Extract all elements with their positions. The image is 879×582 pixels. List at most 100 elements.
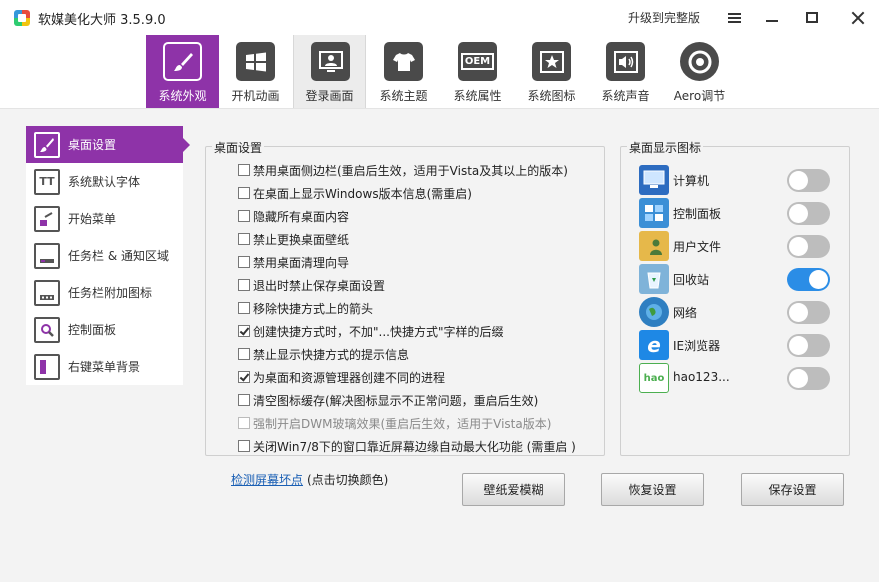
tab-boot-animation[interactable]: 开机动画 — [219, 35, 292, 108]
windows-logo-icon — [236, 42, 275, 81]
tab-label: 系统主题 — [379, 89, 428, 103]
close-button[interactable] — [836, 0, 879, 35]
toggle-user-files[interactable] — [787, 235, 830, 258]
toggle-computer[interactable] — [787, 169, 830, 192]
option-no-save-on-exit[interactable]: 退出时禁止保存桌面设置 — [238, 276, 385, 294]
brush-icon — [163, 42, 202, 81]
desktop-icon-row-network: 网络 — [637, 297, 837, 327]
toggle-hao123[interactable] — [787, 367, 830, 390]
desktop-icon-label: 控制面板 — [673, 207, 722, 221]
window-title: 软媒美化大师 3.5.9.0 — [38, 13, 166, 28]
option-separate-process[interactable]: 为桌面和资源管理器创建不同的进程 — [238, 368, 445, 386]
option-no-shortcut-suffix[interactable]: 创建快捷方式时，不加"...快捷方式"字样的后缀 — [238, 322, 503, 340]
checkbox[interactable] — [238, 279, 250, 291]
checkbox[interactable] — [238, 210, 250, 222]
upgrade-link[interactable]: 升级到完整版 — [628, 9, 700, 26]
checkbox[interactable] — [238, 348, 250, 360]
restore-settings-button[interactable]: 恢复设置 — [601, 473, 704, 506]
close-icon — [851, 11, 865, 25]
toggle-control-panel[interactable] — [787, 202, 830, 225]
ie-browser-icon: e — [639, 330, 669, 360]
option-force-dwm-glass: 强制开启DWM玻璃效果(重启后生效，适用于Vista版本) — [238, 414, 551, 432]
tab-label: 系统外观 — [158, 89, 207, 103]
start-menu-icon — [34, 205, 60, 232]
desktop-icon-label: 回收站 — [673, 273, 710, 287]
sidebar-item-label: 任务栏 & 通知区域 — [68, 249, 169, 263]
desktop-icon-label: IE浏览器 — [673, 339, 721, 353]
option-hide-desktop[interactable]: 隐藏所有桌面内容 — [238, 207, 349, 225]
checkbox[interactable] — [238, 325, 250, 337]
font-icon: TT — [34, 168, 60, 195]
sidebar-item-control-panel[interactable]: 控制面板 — [26, 311, 183, 348]
toggle-network[interactable] — [787, 301, 830, 324]
sidebar-item-default-font[interactable]: TT 系统默认字体 — [26, 163, 183, 200]
tab-system-icons[interactable]: 系统图标 — [515, 35, 588, 108]
detect-dead-pixels-link[interactable]: 检测屏幕坏点 — [231, 471, 303, 488]
control-panel-icon — [639, 198, 669, 228]
toggle-knob — [789, 369, 808, 388]
toggle-recycle-bin[interactable] — [787, 268, 830, 291]
hao123-icon: hao — [639, 363, 669, 393]
checkbox[interactable] — [238, 440, 250, 452]
main-tab-bar: 系统外观 开机动画 登录画面 系统主题 OEM 系统属性 系统图标 系统声音 A… — [0, 35, 879, 108]
desktop-settings-title: 桌面设置 — [212, 139, 265, 156]
checkbox[interactable] — [238, 256, 250, 268]
tab-system-appearance[interactable]: 系统外观 — [146, 35, 219, 108]
toggle-knob — [809, 270, 828, 289]
minimize-button[interactable] — [752, 0, 792, 35]
computer-icon — [639, 165, 669, 195]
app-logo-icon — [14, 10, 30, 26]
oem-icon: OEM — [458, 42, 497, 81]
desktop-icon-row-control-panel: 控制面板 — [637, 198, 837, 228]
sidebar-item-context-menu[interactable]: 右键菜单背景 — [26, 348, 183, 385]
option-clear-icon-cache[interactable]: 清空图标缓存(解决图标显示不正常问题，重启后生效) — [238, 391, 538, 409]
tab-system-properties[interactable]: OEM 系统属性 — [441, 35, 514, 108]
tab-aero[interactable]: Aero调节 — [663, 35, 736, 108]
taskbar-icon — [34, 242, 60, 269]
tab-label: 开机动画 — [231, 89, 280, 103]
desktop-icon-label: 网络 — [673, 306, 698, 320]
checkbox[interactable] — [238, 187, 250, 199]
maximize-button[interactable] — [792, 0, 832, 35]
save-settings-button[interactable]: 保存设置 — [741, 473, 844, 506]
desktop-icon-label: hao123... — [673, 370, 730, 384]
sidebar-item-taskbar-addon[interactable]: 任务栏附加图标 — [26, 274, 183, 311]
desktop-icon-row-hao123: hao hao123... — [637, 363, 837, 393]
checkbox[interactable] — [238, 233, 250, 245]
sidebar-item-taskbar-notification[interactable]: 任务栏 & 通知区域 — [26, 237, 183, 274]
speaker-icon — [606, 42, 645, 81]
tab-system-theme[interactable]: 系统主题 — [367, 35, 440, 108]
toggle-ie[interactable] — [787, 334, 830, 357]
desktop-icon-label: 用户文件 — [673, 240, 722, 254]
content-area: 桌面设置 TT 系统默认字体 开始菜单 任务栏 & 通知区域 任务栏附加图标 控… — [0, 108, 879, 582]
option-disable-sidebar[interactable]: 禁用桌面侧边栏(重启后生效，适用于Vista及其以上的版本) — [238, 161, 568, 179]
detect-note: (点击切换颜色) — [307, 473, 389, 487]
option-show-windows-version[interactable]: 在桌面上显示Windows版本信息(需重启) — [238, 184, 472, 202]
option-disable-aero-snap[interactable]: 关闭Win7/8下的窗口靠近屏幕边缘自动最大化功能 (需重启 ) — [238, 437, 576, 455]
option-hide-shortcut-tips[interactable]: 禁止显示快捷方式的提示信息 — [238, 345, 409, 363]
tab-login-screen[interactable]: 登录画面 — [293, 35, 366, 108]
maximize-icon — [806, 12, 818, 23]
desktop-icon-row-user-files: 用户文件 — [637, 231, 837, 261]
title-bar: 软媒美化大师 3.5.9.0 升级到完整版 — [0, 0, 879, 35]
toggle-knob — [789, 303, 808, 322]
wallpaper-blur-button[interactable]: 壁纸爱模糊 — [462, 473, 565, 506]
option-remove-shortcut-arrow[interactable]: 移除快捷方式上的箭头 — [238, 299, 373, 317]
checkbox[interactable] — [238, 394, 250, 406]
tab-label: 登录画面 — [305, 89, 354, 103]
option-block-wallpaper-change[interactable]: 禁止更换桌面壁纸 — [238, 230, 349, 248]
desktop-icons-title: 桌面显示图标 — [627, 139, 704, 156]
sidebar-item-desktop-settings[interactable]: 桌面设置 — [26, 126, 190, 163]
checkbox[interactable] — [238, 371, 250, 383]
tab-system-sounds[interactable]: 系统声音 — [589, 35, 662, 108]
checkbox[interactable] — [238, 302, 250, 314]
checkbox[interactable] — [238, 164, 250, 176]
option-disable-cleanup-wizard[interactable]: 禁用桌面清理向导 — [238, 253, 349, 271]
sidebar-item-start-menu[interactable]: 开始菜单 — [26, 200, 183, 237]
menu-button[interactable] — [714, 0, 754, 35]
toggle-knob — [789, 237, 808, 256]
sidebar-item-label: 右键菜单背景 — [68, 360, 141, 374]
tshirt-icon — [384, 42, 423, 81]
sidebar: 桌面设置 TT 系统默认字体 开始菜单 任务栏 & 通知区域 任务栏附加图标 控… — [26, 126, 190, 385]
user-folder-icon — [639, 231, 669, 261]
